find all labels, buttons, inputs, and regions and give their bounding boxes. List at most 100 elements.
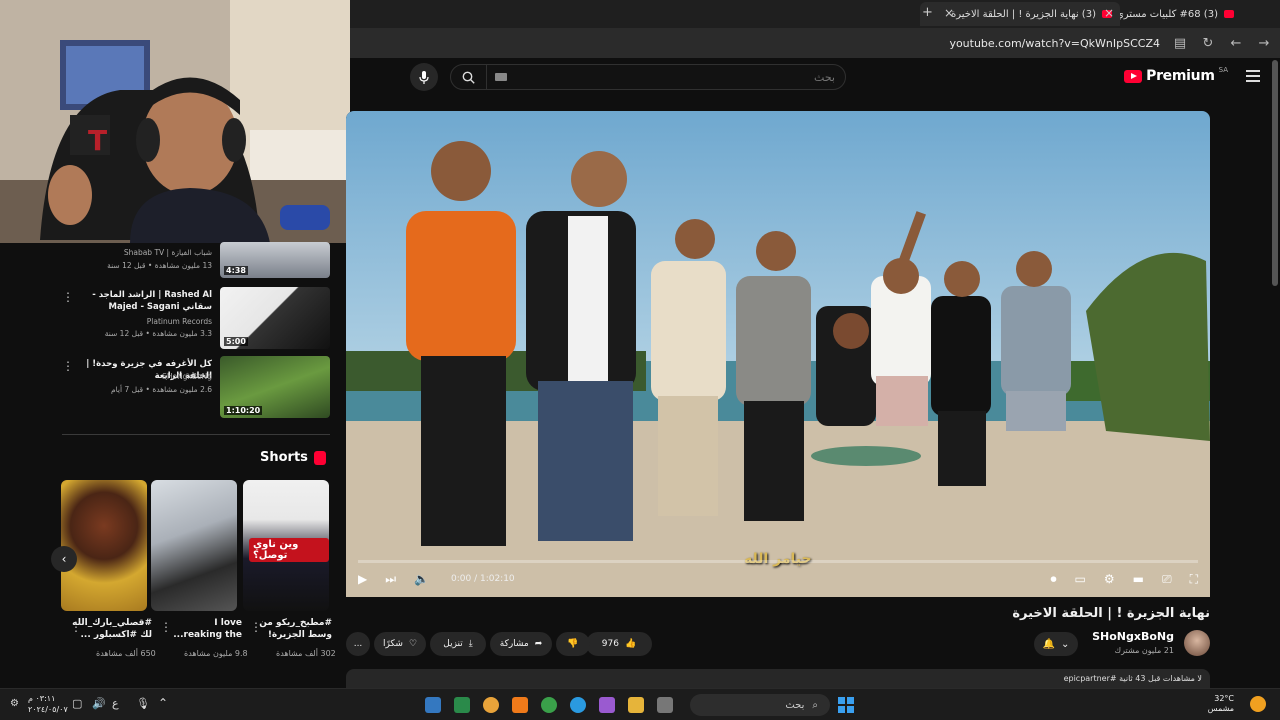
forward-icon[interactable]: ← bbox=[1228, 36, 1244, 51]
speaker-icon[interactable]: 🔊 bbox=[92, 697, 106, 710]
app-icon[interactable] bbox=[657, 697, 673, 713]
keyboard-icon[interactable] bbox=[495, 73, 507, 81]
theater-mode-icon[interactable]: ▬ bbox=[1133, 572, 1144, 586]
video-thumbnail[interactable]: 5:00 bbox=[220, 287, 330, 349]
app-icon[interactable] bbox=[512, 697, 528, 713]
language-indicator[interactable]: ع bbox=[112, 697, 119, 710]
shorts-prev-button[interactable]: ‹ bbox=[51, 546, 77, 572]
short-thumbnail[interactable] bbox=[151, 480, 237, 611]
settings-gear-icon[interactable]: ⚙ bbox=[1104, 572, 1115, 586]
channel-name[interactable]: SHoNgxBoNg bbox=[162, 372, 212, 381]
video-title[interactable]: Rashed Al | الراشد الماجد - سقاني Majed … bbox=[76, 289, 212, 313]
windows-start-icon[interactable] bbox=[838, 697, 854, 713]
video-meta: 13 مليون مشاهدة • قبل 12 سنة bbox=[107, 261, 212, 270]
list-item[interactable]: 4:38 شباب الفيازة | Shabab TV 13 مليون م… bbox=[60, 242, 330, 280]
network-icon[interactable]: ▢ bbox=[72, 697, 82, 710]
play-icon[interactable]: ▶ bbox=[358, 572, 367, 586]
shorts-logo-icon bbox=[313, 450, 326, 465]
shorts-header: Shorts bbox=[260, 450, 326, 465]
back-icon[interactable]: → bbox=[1256, 36, 1272, 51]
edge-icon[interactable] bbox=[570, 697, 586, 713]
taskbar-search[interactable]: بحث ⌕ bbox=[690, 694, 830, 716]
search-button[interactable] bbox=[451, 65, 487, 89]
more-options-icon[interactable]: ⋮ bbox=[62, 360, 74, 372]
next-icon[interactable]: ⏭ bbox=[385, 572, 396, 587]
channel-name[interactable]: SHoNgxBoNg bbox=[1092, 630, 1174, 643]
list-item[interactable]: 5:00 ⋮ Rashed Al | الراشد الماجد - سقاني… bbox=[60, 287, 330, 351]
like-button[interactable]: 976 👍 bbox=[586, 632, 652, 656]
view-info: لا مشاهدات قبل 43 ثانية bbox=[1119, 674, 1202, 683]
weather-condition: مشمس bbox=[1207, 704, 1234, 713]
chrome-icon[interactable] bbox=[541, 697, 557, 713]
volume-icon[interactable]: 🔈 bbox=[414, 572, 429, 586]
search-input[interactable] bbox=[507, 70, 845, 84]
app-icon[interactable] bbox=[599, 697, 615, 713]
temperature: 32°C bbox=[1214, 694, 1234, 703]
close-tab-icon[interactable]: × bbox=[1104, 6, 1114, 20]
youtube-premium-logo[interactable]: Premium SA bbox=[1124, 66, 1228, 84]
hashtag[interactable]: #epicpartner bbox=[1064, 674, 1117, 683]
new-tab-button[interactable]: + bbox=[922, 5, 933, 20]
description-box[interactable]: لا مشاهدات قبل 43 ثانية #epicpartner bbox=[346, 669, 1210, 689]
tab-title: (3) نهاية الجزيرة ! | الحلقة الاخيرة bbox=[950, 8, 1096, 20]
screen: (3) #68 كلبيات مستري تاون MT (3) نهاية ا… bbox=[0, 0, 1280, 720]
webcam-overlay: T bbox=[0, 0, 350, 243]
short-title[interactable]: #مطبخ_ريكو من وسط الجزيرة! bbox=[258, 617, 332, 641]
voice-search-button[interactable] bbox=[410, 63, 438, 91]
cast-icon[interactable]: ⎚ bbox=[1162, 572, 1172, 587]
video-thumbnail[interactable]: 1:10:20 bbox=[220, 356, 330, 418]
channel-name[interactable]: شباب الفيازة | Shabab TV bbox=[124, 248, 212, 257]
app-icon[interactable] bbox=[483, 697, 499, 713]
video-frame-image bbox=[346, 111, 1210, 597]
subscribed-bell-button[interactable]: 🔔 ⌄ bbox=[1034, 632, 1078, 656]
fullscreen-icon[interactable]: ⛶ bbox=[1190, 572, 1198, 587]
youtube-logo-icon bbox=[1124, 69, 1143, 83]
weather-widget[interactable]: 32°C مشمس bbox=[1208, 694, 1234, 714]
reload-icon[interactable]: ↻ bbox=[1200, 36, 1216, 51]
thanks-button[interactable]: شكرًا ♡ bbox=[374, 632, 426, 656]
clock-time: ٠٣:١١ م bbox=[28, 694, 56, 703]
menu-icon[interactable] bbox=[1246, 70, 1260, 82]
player-controls: ▶ ⏭ 🔈 0:00 / 1:02:10 ⏺ ▭ ⚙ ▬ ⎚ ⛶ bbox=[346, 561, 1210, 597]
reader-mode-icon[interactable]: ▤ bbox=[1172, 36, 1188, 51]
youtube-header: Premium SA bbox=[350, 58, 1280, 98]
url-field[interactable]: youtube.com/watch?v=QkWnIpSCCZ4 bbox=[949, 37, 1160, 50]
channel-avatar[interactable] bbox=[1184, 630, 1210, 656]
app-icon[interactable] bbox=[425, 697, 441, 713]
duration-badge: 4:38 bbox=[224, 266, 248, 275]
video-thumbnail[interactable]: 4:38 bbox=[220, 242, 330, 278]
brand-label: Premium bbox=[1146, 68, 1215, 84]
download-button[interactable]: تنزيل ⤓ bbox=[430, 632, 486, 656]
duration-badge: 5:00 bbox=[224, 337, 248, 346]
thanks-label: شكرًا bbox=[382, 639, 403, 649]
video-meta: 3.3 مليون مشاهدة • قبل 12 سنة bbox=[104, 329, 212, 338]
autoplay-toggle[interactable]: ⏺ bbox=[1051, 572, 1057, 587]
video-player[interactable]: حيامر الله ▶ ⏭ 🔈 0:00 / 1:02:10 ⏺ ▭ ⚙ ▬ … bbox=[346, 111, 1210, 597]
dislike-button[interactable]: 👎 bbox=[556, 632, 590, 656]
tray-expand-icon[interactable]: ⌃ bbox=[158, 696, 168, 710]
channel-name[interactable]: Platinum Records bbox=[147, 317, 212, 326]
more-options-icon[interactable]: ⋮ bbox=[62, 291, 74, 303]
download-icon: ⤓ bbox=[468, 639, 473, 649]
short-title[interactable]: #قصلي_بارك_الله لك #اكسبلور ... bbox=[72, 617, 152, 641]
time-display: 0:00 / 1:02:10 bbox=[451, 574, 515, 584]
settings-gear-icon[interactable]: ⚙ bbox=[10, 698, 19, 709]
captions-icon[interactable]: ▭ bbox=[1075, 572, 1086, 586]
share-button[interactable]: مشاركة ➦ bbox=[490, 632, 552, 656]
more-options-icon[interactable]: ⋮ bbox=[250, 621, 262, 633]
system-clock[interactable]: ٠٣:١١ م ٢٠٢٤/٠٥/٠٧ bbox=[28, 693, 68, 715]
close-tab-icon[interactable]: × bbox=[944, 6, 954, 20]
file-explorer-icon[interactable] bbox=[628, 697, 644, 713]
video-title: نهاية الجزيرة ! | الحلقة الاخيرة bbox=[1012, 606, 1210, 621]
excel-icon[interactable] bbox=[454, 697, 470, 713]
short-thumbnail[interactable]: وين ناوي توصل؟ bbox=[243, 480, 329, 611]
microphone-icon[interactable]: 🎙 bbox=[136, 697, 150, 710]
video-meta: 2.6 مليون مشاهدة • قبل 7 أيام bbox=[110, 385, 212, 394]
short-title[interactable]: I love ...reaking the bbox=[168, 617, 242, 641]
list-item[interactable]: 1:10:20 ⋮ كل الأغرفه في جزيرة وحدة! | ال… bbox=[60, 356, 330, 420]
more-options-icon[interactable]: ⋮ bbox=[160, 621, 172, 633]
more-options-icon[interactable]: ⋮ bbox=[70, 621, 82, 633]
page-scrollbar[interactable] bbox=[1272, 60, 1278, 286]
more-actions-button[interactable]: ... bbox=[346, 632, 370, 656]
short-thumbnail[interactable] bbox=[61, 480, 147, 611]
